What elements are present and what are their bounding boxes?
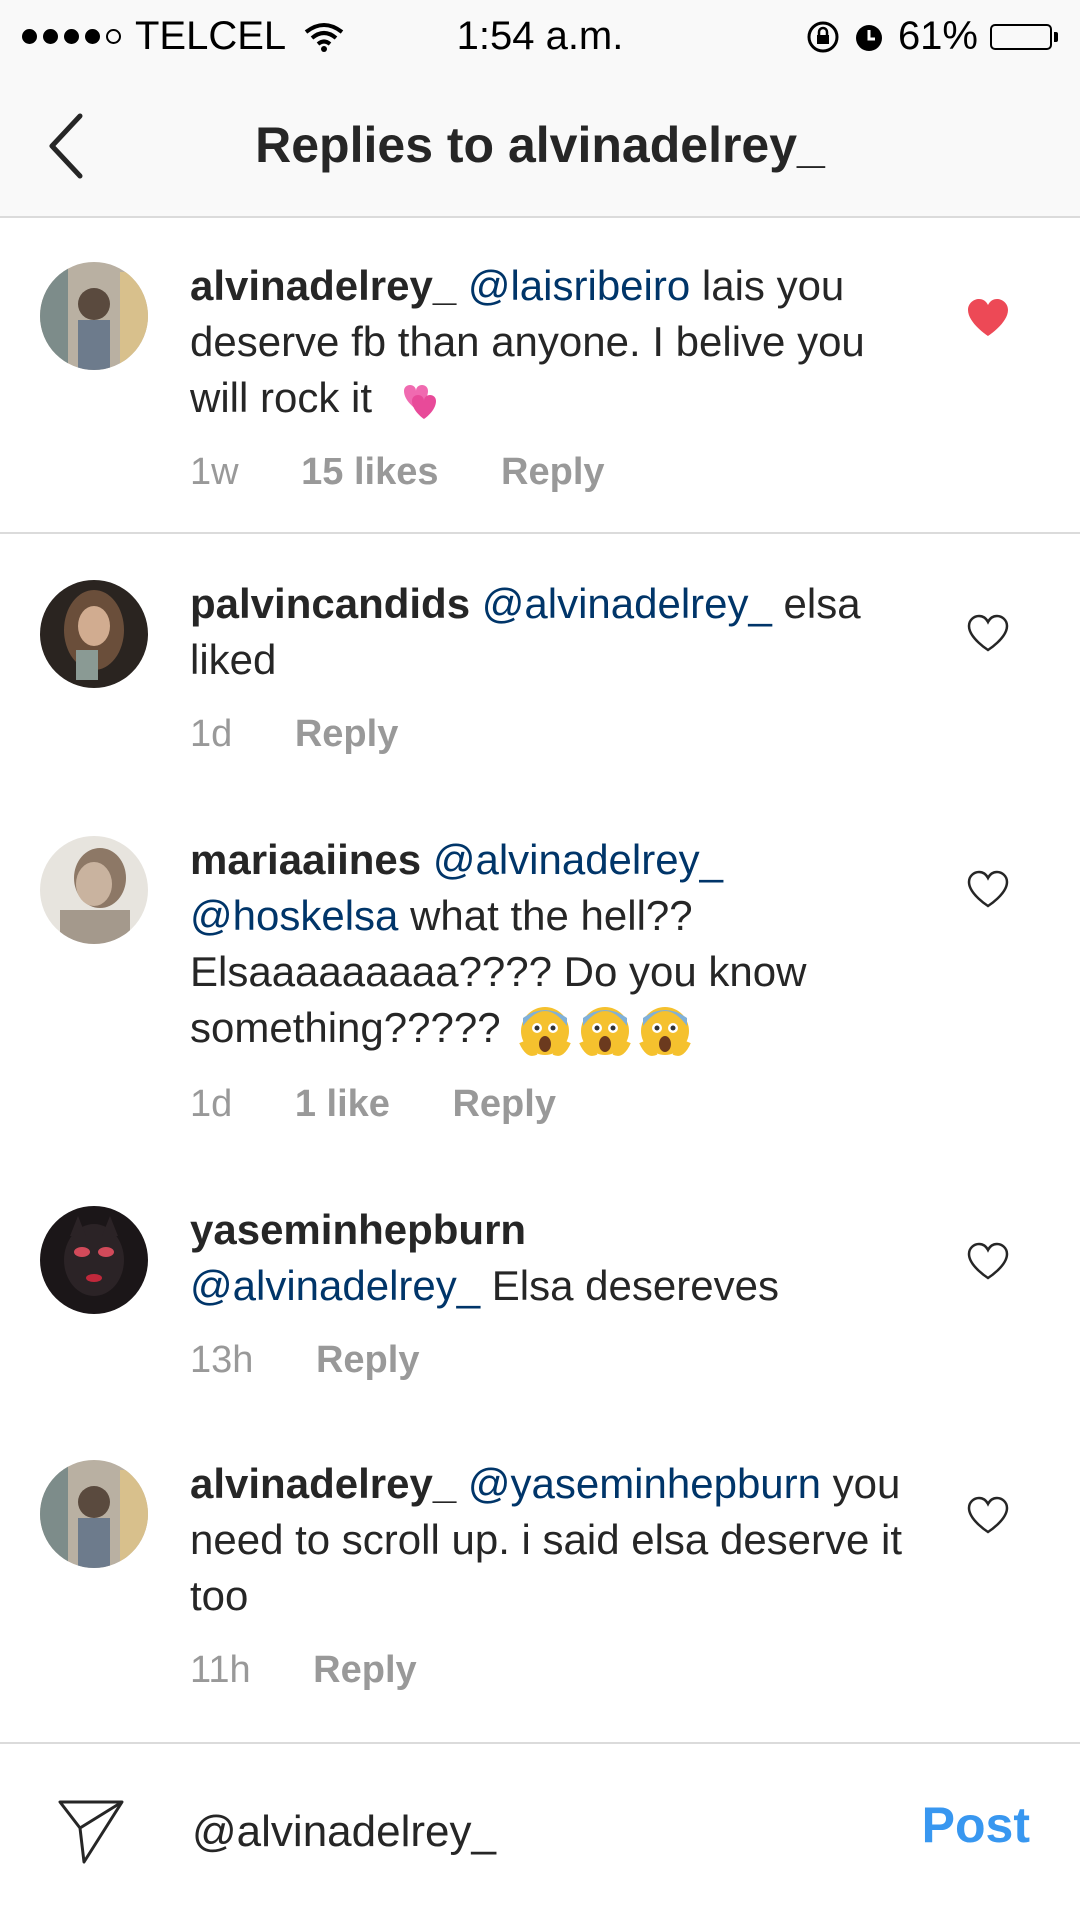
divider	[0, 532, 1080, 534]
comment-time: 1d	[190, 713, 233, 755]
comment-username[interactable]: mariaaiines	[190, 836, 421, 883]
reply-button[interactable]: Reply	[313, 1649, 416, 1691]
avatar[interactable]	[40, 1460, 148, 1568]
comment-username[interactable]: palvincandids	[190, 580, 470, 627]
send-icon[interactable]	[56, 1796, 126, 1866]
reply-button[interactable]: Reply	[501, 451, 604, 493]
comment-meta: 1d Reply	[190, 706, 910, 762]
comment-username[interactable]: alvinadelrey_	[190, 1460, 456, 1507]
comment-mention[interactable]: @yaseminhepburn	[468, 1460, 821, 1507]
comment-time: 11h	[190, 1649, 251, 1691]
comment-meta: 11h Reply	[190, 1642, 910, 1698]
page-title: Replies to alvinadelrey_	[255, 117, 825, 173]
status-bar: TELCEL 1:54 a.m. 61%	[0, 0, 1080, 76]
post-button[interactable]: Post	[922, 1796, 1030, 1854]
comment-meta: 13h Reply	[190, 1332, 910, 1388]
comment-mention[interactable]: @alvinadelrey_	[433, 836, 723, 883]
avatar[interactable]	[40, 580, 148, 688]
heart-outline-icon[interactable]	[966, 870, 1010, 910]
comment-body: alvinadelrey_ @laisribeiro lais you dese…	[190, 258, 910, 500]
comment-username[interactable]: alvinadelrey_	[190, 262, 456, 309]
screaming-face-emoji-icon	[579, 1006, 632, 1056]
comment-input[interactable]	[192, 1800, 852, 1864]
reply-button[interactable]: Reply	[295, 713, 398, 755]
heart-liked-icon[interactable]	[966, 298, 1010, 338]
two-hearts-emoji-icon	[403, 384, 436, 419]
status-bar-right: 61%	[806, 14, 1058, 59]
battery-icon	[990, 23, 1058, 50]
reply-button[interactable]: Reply	[316, 1339, 419, 1381]
comment-body: yaseminhepburn @alvinadelrey_ Elsa deser…	[190, 1202, 910, 1388]
comment-mention[interactable]: @alvinadelrey_	[482, 580, 772, 627]
comment-meta: 1d 1 like Reply	[190, 1076, 910, 1132]
comment-mention-secondary[interactable]: @hoskelsa	[190, 892, 398, 939]
comment-mention[interactable]: @alvinadelrey_	[190, 1262, 480, 1309]
avatar[interactable]	[40, 262, 148, 370]
comment-likes[interactable]: 1 like	[295, 1083, 390, 1125]
rotation-lock-icon	[807, 21, 839, 52]
comment-body: mariaaiines @alvinadelrey_ @hoskelsa wha…	[190, 832, 910, 1132]
reply-button[interactable]: Reply	[452, 1083, 555, 1125]
heart-outline-icon[interactable]	[966, 1242, 1010, 1282]
comment-body: palvincandids @alvinadelrey_ elsa liked …	[190, 576, 910, 762]
comment-username[interactable]: yaseminhepburn	[190, 1206, 526, 1253]
comment-text: Elsa desereves	[480, 1262, 779, 1309]
comment-body: alvinadelrey_ @yaseminhepburn you need t…	[190, 1456, 910, 1698]
comment-time: 1d	[190, 1082, 233, 1125]
heart-outline-icon[interactable]	[966, 614, 1010, 654]
alarm-icon	[855, 24, 882, 51]
avatar[interactable]	[40, 836, 148, 944]
heart-outline-icon[interactable]	[966, 1496, 1010, 1536]
comment-time: 13h	[190, 1339, 254, 1381]
screaming-face-emoji-group	[512, 1004, 692, 1056]
comment-meta: 1w 15 likes Reply	[190, 444, 910, 500]
header: Replies to alvinadelrey_	[0, 76, 1080, 218]
screaming-face-emoji-icon	[519, 1006, 572, 1056]
comment-likes[interactable]: 15 likes	[301, 451, 438, 493]
screaming-face-emoji-icon	[639, 1006, 692, 1056]
comment-mention[interactable]: @laisribeiro	[468, 262, 690, 309]
comment-time: 1w	[190, 451, 239, 493]
avatar[interactable]	[40, 1206, 148, 1314]
comment-composer: Post	[0, 1744, 1080, 1920]
battery-percentage: 61%	[897, 14, 978, 58]
